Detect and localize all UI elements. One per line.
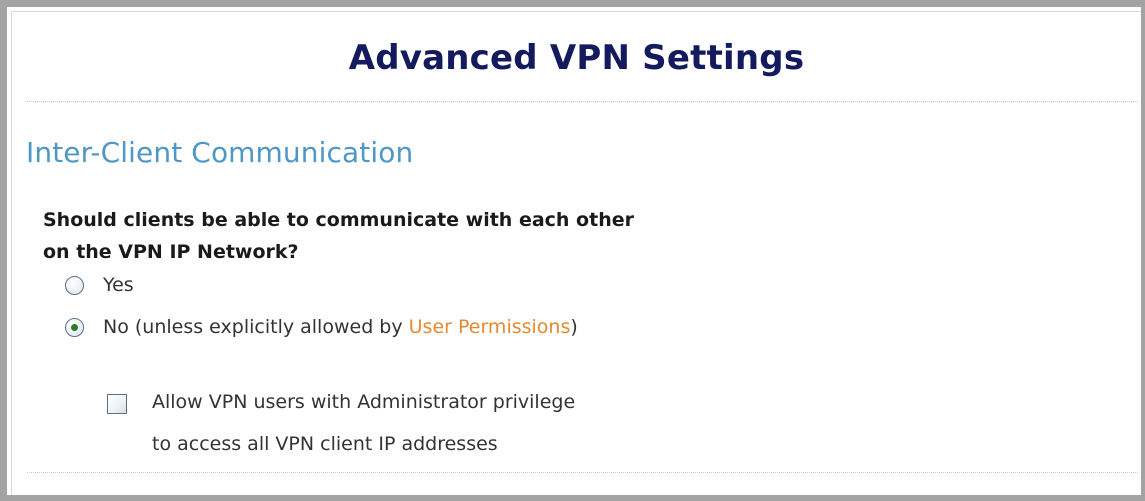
option-no-label-prefix: No (unless explicitly allowed by bbox=[103, 316, 409, 338]
radio-no[interactable] bbox=[65, 317, 84, 337]
option-yes-label: Yes bbox=[103, 274, 134, 296]
question-line-1: Should clients be able to communicate wi… bbox=[43, 209, 634, 231]
option-no-label: No (unless explicitly allowed by User Pe… bbox=[103, 316, 578, 338]
settings-panel-inner: Advanced VPN Settings Inter-Client Commu… bbox=[11, 11, 1141, 495]
page-title: Advanced VPN Settings bbox=[348, 38, 805, 78]
user-permissions-link[interactable]: User Permissions bbox=[409, 316, 571, 338]
title-divider bbox=[27, 101, 1138, 102]
bottom-divider bbox=[27, 472, 1138, 473]
option-yes[interactable]: Yes bbox=[65, 271, 134, 299]
admin-access-checkbox-label: Allow VPN users with Administrator privi… bbox=[152, 381, 575, 465]
admin-access-checkbox-row[interactable]: Allow VPN users with Administrator privi… bbox=[107, 391, 575, 465]
option-no-label-suffix: ) bbox=[570, 316, 578, 338]
section-heading: Inter-Client Communication bbox=[26, 136, 414, 169]
question-text: Should clients be able to communicate wi… bbox=[43, 204, 763, 268]
admin-access-checkbox[interactable] bbox=[107, 394, 127, 414]
question-line-2: on the VPN IP Network? bbox=[43, 241, 299, 263]
option-no[interactable]: No (unless explicitly allowed by User Pe… bbox=[65, 313, 578, 341]
radio-yes[interactable] bbox=[65, 275, 84, 295]
checkbox-label-line-1: Allow VPN users with Administrator privi… bbox=[152, 391, 576, 413]
checkbox-label-line-2: to access all VPN client IP addresses bbox=[152, 433, 498, 455]
settings-panel: Advanced VPN Settings Inter-Client Commu… bbox=[0, 0, 1145, 501]
radio-selected-dot bbox=[71, 323, 78, 331]
